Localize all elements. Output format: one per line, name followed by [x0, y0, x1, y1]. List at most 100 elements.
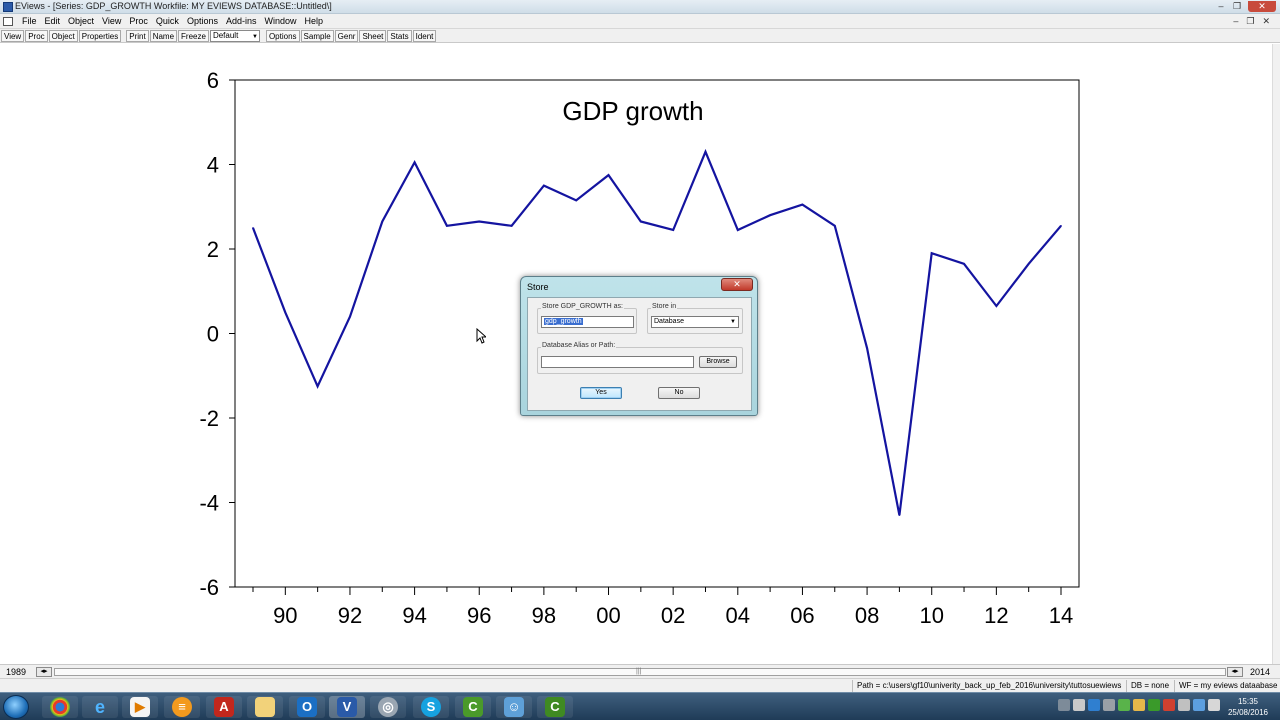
view-mode-select[interactable]: Default ▼: [209, 29, 260, 42]
data-point: [349, 315, 351, 318]
close-button[interactable]: ✕: [1248, 1, 1276, 12]
volume-icon[interactable]: [1193, 699, 1205, 711]
data-point: [284, 311, 287, 314]
taskbar-explorer[interactable]: [247, 696, 283, 718]
taskbar-clock[interactable]: 15:35 25/08/2016: [1222, 696, 1274, 718]
menu-proc[interactable]: Proc: [125, 15, 152, 26]
menu-items: File Edit Object View Proc Quick Options…: [18, 15, 327, 26]
sample-end-handle[interactable]: ◂▸: [1227, 667, 1243, 677]
toolbar-proc-button[interactable]: Proc: [25, 29, 48, 42]
media-player-icon: ▶: [130, 697, 150, 717]
x-tick-label: 04: [726, 603, 750, 628]
data-point: [995, 305, 998, 307]
tray-icon[interactable]: [1148, 699, 1160, 711]
tray-icon[interactable]: [1058, 699, 1070, 711]
toolbar-name-button[interactable]: Name: [149, 29, 178, 42]
store-in-label: Store in: [651, 303, 678, 310]
tray-icon[interactable]: [1073, 699, 1085, 711]
toolbar-stats-button[interactable]: Stats: [387, 29, 412, 42]
menu-window[interactable]: Window: [260, 15, 300, 26]
maximize-button[interactable]: ❐: [1229, 1, 1245, 12]
yes-button[interactable]: Yes: [580, 387, 622, 399]
data-point: [930, 252, 933, 255]
data-point: [833, 224, 836, 227]
taskbar-orange-app[interactable]: ≡: [164, 696, 200, 718]
taskbar-camtasia[interactable]: C: [455, 696, 491, 718]
toolbar-options-button[interactable]: Options: [265, 29, 300, 42]
toolbar-properties-button[interactable]: Properties: [78, 29, 122, 42]
data-point: [478, 220, 481, 223]
globe-icon: ◎: [378, 697, 398, 717]
taskbar-chrome[interactable]: [42, 696, 78, 718]
store-in-group: Store in Database ▼: [647, 303, 743, 334]
menu-object[interactable]: Object: [64, 15, 98, 26]
chart-title: GDP growth: [562, 96, 703, 126]
data-point: [769, 214, 771, 216]
dialog-close-button[interactable]: ✕: [721, 278, 753, 291]
sample-start-handle[interactable]: ◂▸: [36, 667, 52, 677]
toolbar-freeze-button[interactable]: Freeze: [178, 29, 209, 42]
y-tick-label: 0: [207, 322, 219, 347]
store-as-input[interactable]: gdp_growth: [541, 316, 634, 328]
taskbar-media-player[interactable]: ▶: [122, 696, 158, 718]
x-axis: 90 92 94 96 98 00 02 04 06 08 10 12 14: [252, 587, 1073, 628]
window-title: EViews - [Series: GDP_GROWTH Workfile: M…: [15, 1, 332, 11]
series-window-icon[interactable]: [3, 17, 13, 26]
eviews-app-icon[interactable]: [3, 2, 13, 12]
network-icon[interactable]: [1178, 699, 1190, 711]
store-in-select[interactable]: Database ▼: [651, 316, 739, 328]
slider-grip-icon[interactable]: |||: [636, 668, 641, 675]
series-toolbar: View Proc Object Properties Print Name F…: [0, 29, 1280, 43]
no-button[interactable]: No: [658, 387, 700, 399]
taskbar-web-app[interactable]: ◎: [370, 696, 406, 718]
minimize-button[interactable]: –: [1213, 1, 1229, 12]
toolbar-ident-button[interactable]: Ident: [412, 29, 437, 42]
taskbar-skype[interactable]: S: [413, 696, 449, 718]
mdi-minimize-button[interactable]: –: [1233, 16, 1238, 27]
toolbar-genr-button[interactable]: Genr: [334, 29, 359, 42]
taskbar-camtasia-recorder[interactable]: C: [537, 696, 573, 718]
toolbar-object-button[interactable]: Object: [48, 29, 78, 42]
taskbar-internet-explorer[interactable]: e: [82, 696, 118, 718]
tray-icon[interactable]: [1133, 699, 1145, 711]
tray-icon[interactable]: [1118, 699, 1130, 711]
x-tick-label: 06: [790, 603, 814, 628]
taskbar-users-app[interactable]: ☺: [496, 696, 532, 718]
mdi-restore-button[interactable]: ❐: [1246, 16, 1254, 27]
mdi-controls: – ❐ ✕: [1233, 16, 1270, 27]
data-point: [413, 161, 416, 164]
status-db: DB = none: [1131, 681, 1170, 690]
view-mode-value: Default: [212, 30, 239, 40]
taskbar-outlook[interactable]: O: [289, 696, 325, 718]
taskbar-eviews[interactable]: V: [329, 696, 365, 718]
tray-icon[interactable]: [1163, 699, 1175, 711]
internet-explorer-icon: e: [94, 697, 105, 717]
menu-add-ins[interactable]: Add-ins: [222, 15, 261, 26]
data-point: [316, 385, 319, 388]
data-point: [543, 184, 545, 187]
menu-view[interactable]: View: [98, 15, 125, 26]
usb-icon[interactable]: [1103, 699, 1115, 711]
x-tick-label: 92: [338, 603, 362, 628]
start-button[interactable]: [3, 695, 29, 719]
menu-help[interactable]: Help: [301, 15, 328, 26]
toolbar-sample-button[interactable]: Sample: [300, 29, 334, 42]
sample-start: 1989: [6, 667, 27, 677]
menu-file[interactable]: File: [18, 15, 41, 26]
toolbar-view-button[interactable]: View: [1, 29, 25, 42]
vertical-scrollbar[interactable]: [1272, 44, 1280, 664]
flag-icon[interactable]: [1208, 699, 1220, 711]
camtasia-icon: C: [463, 697, 483, 717]
toolbar-print-button[interactable]: Print: [126, 29, 149, 42]
menu-edit[interactable]: Edit: [41, 15, 65, 26]
bluetooth-icon[interactable]: [1088, 699, 1100, 711]
toolbar-sheet-button[interactable]: Sheet: [359, 29, 387, 42]
taskbar-acrobat[interactable]: A: [206, 696, 242, 718]
browse-button[interactable]: Browse: [699, 356, 737, 368]
menu-quick[interactable]: Quick: [152, 15, 183, 26]
database-path-input[interactable]: [541, 356, 694, 368]
mouse-cursor-icon: [476, 328, 486, 344]
menu-options[interactable]: Options: [183, 15, 222, 26]
mdi-close-button[interactable]: ✕: [1262, 16, 1270, 27]
dialog-body: Store GDP_GROWTH as: gdp_growth Store in…: [527, 297, 752, 411]
